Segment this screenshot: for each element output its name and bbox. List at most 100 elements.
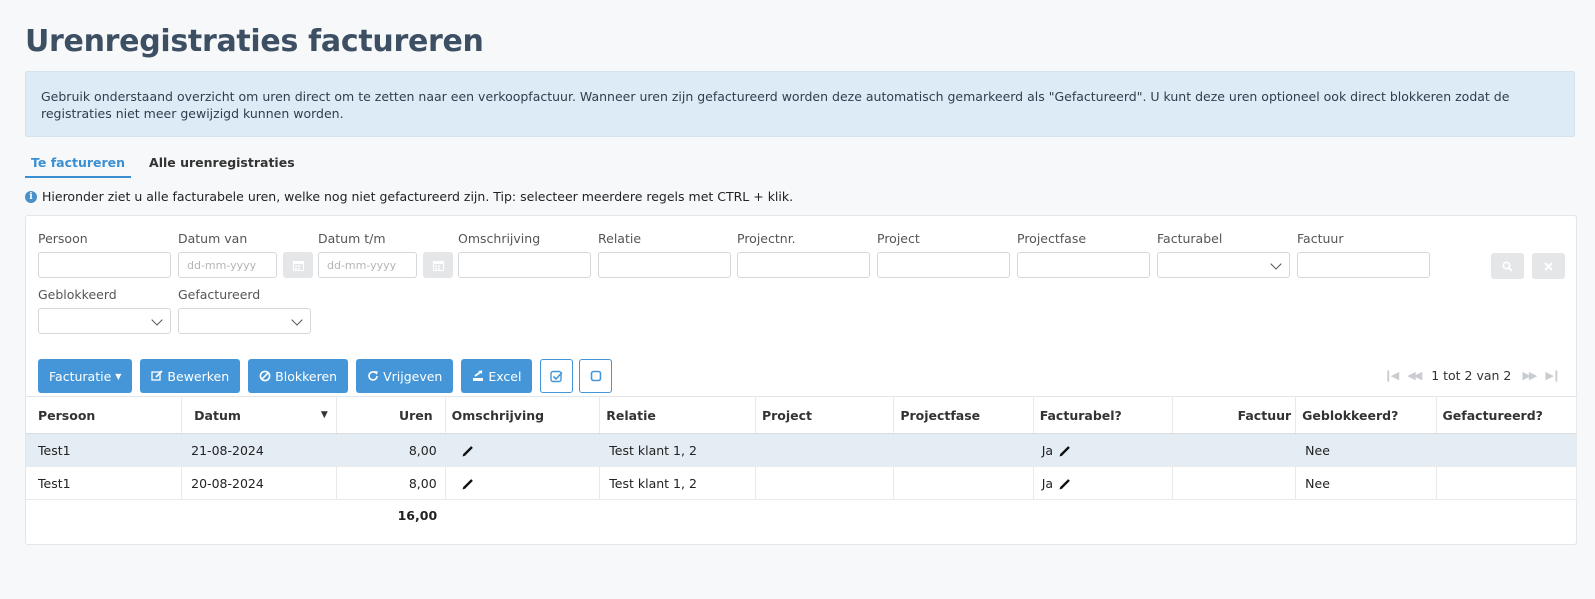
bewerken-label: Bewerken: [167, 368, 230, 384]
info-box: Gebruik onderstaand overzicht om uren di…: [25, 71, 1575, 137]
pencil-icon[interactable]: [1059, 478, 1071, 490]
filter-datum-tm-label: Datum t/m: [318, 231, 386, 246]
col-datum-label: Datum: [194, 407, 241, 423]
col-persoon[interactable]: Persoon: [26, 396, 183, 434]
cell-facturabel: Ja: [1033, 433, 1174, 467]
tabs: Te factureren Alle urenregistraties: [25, 150, 313, 178]
filter-projectfase: Projectfase: [1017, 231, 1150, 278]
col-project[interactable]: Project: [755, 396, 895, 434]
pencil-icon[interactable]: [462, 478, 474, 490]
project-input[interactable]: [877, 252, 1010, 278]
deselect-all-button[interactable]: [579, 359, 613, 393]
col-facturabel[interactable]: Facturabel?: [1033, 396, 1174, 434]
table-header-row: Persoon Datum ▼ Uren Omschrijving Relatie…: [26, 396, 1578, 434]
factuur-input[interactable]: [1297, 252, 1430, 278]
datum-van-input[interactable]: dd-mm-yyyy: [178, 252, 277, 278]
cell-persoon: Test1: [26, 466, 183, 500]
table-row[interactable]: Test1 21-08-2024 8,00 Test klant 1, 2 Ja…: [26, 433, 1578, 467]
filter-datum-van: Datum van dd-mm-yyyy: [178, 231, 313, 278]
next-page-icon[interactable]: ▶▶: [1522, 369, 1537, 382]
col-factuur[interactable]: Factuur: [1172, 396, 1297, 434]
col-datum[interactable]: Datum ▼: [181, 396, 337, 434]
vrijgeven-button[interactable]: Vrijgeven: [356, 359, 454, 393]
filter-projectnr-label: Projectnr.: [737, 231, 796, 246]
pager: ❙◀ ◀◀ 1 tot 2 van 2 ▶▶ ▶❙: [1379, 368, 1564, 383]
facturabel-select[interactable]: [1157, 252, 1290, 278]
cell-geblokkeerd: Nee: [1295, 466, 1437, 500]
omschrijving-input[interactable]: [458, 252, 591, 278]
filter-persoon-label: Persoon: [38, 231, 88, 246]
bewerken-button[interactable]: Bewerken: [140, 359, 241, 393]
gefactureerd-select[interactable]: [178, 308, 311, 334]
blokkeren-button[interactable]: Blokkeren: [248, 359, 349, 393]
cell-uren: 8,00: [336, 466, 446, 500]
cell-persoon: Test1: [26, 433, 183, 467]
search-icon: [1502, 260, 1513, 272]
cell-project: [755, 466, 895, 500]
facturatie-button[interactable]: Facturatie ▼: [38, 359, 133, 393]
chevron-down-icon: [291, 314, 303, 326]
filter-gefactureerd-label: Gefactureerd: [178, 287, 261, 302]
select-all-button[interactable]: [540, 359, 574, 393]
cell-factuur: [1172, 433, 1297, 467]
cell-facturabel: Ja: [1033, 466, 1174, 500]
projectfase-input[interactable]: [1017, 252, 1150, 278]
col-relatie[interactable]: Relatie: [599, 396, 756, 434]
excel-label: Excel: [488, 368, 522, 384]
cell-projectfase: [893, 433, 1034, 467]
filter-geblokkeerd-label: Geblokkeerd: [38, 287, 117, 302]
datum-van-calendar-button[interactable]: [283, 252, 313, 278]
cell-datum: 20-08-2024: [181, 466, 337, 500]
square-icon: [590, 370, 602, 382]
col-gefactureerd[interactable]: Gefactureerd?: [1436, 396, 1578, 434]
cell-projectfase: [893, 466, 1034, 500]
pencil-icon[interactable]: [462, 445, 474, 457]
geblokkeerd-select[interactable]: [38, 308, 171, 334]
datum-tm-calendar-button[interactable]: [423, 252, 453, 278]
search-button[interactable]: [1491, 253, 1524, 279]
col-omschrijving[interactable]: Omschrijving: [445, 396, 601, 434]
col-uren[interactable]: Uren: [336, 396, 446, 434]
facturatie-label: Facturatie: [49, 368, 112, 384]
facturabel-value: Ja: [1041, 442, 1054, 458]
first-page-icon[interactable]: ❙◀: [1384, 369, 1400, 382]
check-square-icon: [550, 370, 564, 382]
tab-alle-urenregistraties[interactable]: Alle urenregistraties: [143, 150, 301, 178]
relatie-input[interactable]: [598, 252, 731, 278]
prev-page-icon[interactable]: ◀◀: [1407, 369, 1422, 382]
filter-omschrijving: Omschrijving: [458, 231, 591, 278]
clear-filters-button[interactable]: [1532, 253, 1565, 279]
cell-datum: 21-08-2024: [181, 433, 337, 467]
excel-button[interactable]: Excel: [461, 359, 533, 393]
table-row[interactable]: Test1 20-08-2024 8,00 Test klant 1, 2 Ja…: [26, 466, 1578, 500]
filter-project: Project: [877, 231, 1010, 278]
refresh-icon: [368, 371, 379, 381]
filter-projectnr: Projectnr.: [737, 231, 870, 278]
cell-geblokkeerd: Nee: [1295, 433, 1437, 467]
page: Urenregistraties factureren Gebruik onde…: [0, 0, 1595, 599]
chevron-down-icon: [1270, 258, 1282, 270]
export-icon: [473, 370, 484, 381]
close-icon: [1544, 261, 1553, 271]
filter-datum-van-label: Datum van: [178, 231, 248, 246]
chevron-down-icon: [151, 314, 163, 326]
last-page-icon[interactable]: ▶❙: [1545, 369, 1561, 382]
col-projectfase[interactable]: Projectfase: [893, 396, 1034, 434]
col-geblokkeerd[interactable]: Geblokkeerd?: [1295, 396, 1437, 434]
filter-facturabel: Facturabel: [1157, 231, 1290, 278]
cell-omschrijving: [445, 466, 601, 500]
datum-tm-input[interactable]: dd-mm-yyyy: [318, 252, 417, 278]
filter-relatie-label: Relatie: [598, 231, 642, 246]
cell-gefactureerd: [1436, 466, 1578, 500]
cell-uren: 8,00: [336, 433, 446, 467]
pencil-icon[interactable]: [1059, 445, 1071, 457]
cell-project: [755, 433, 895, 467]
calendar-icon: [432, 260, 444, 271]
projectnr-input[interactable]: [737, 252, 870, 278]
filter-projectfase-label: Projectfase: [1017, 231, 1087, 246]
calendar-icon: [292, 260, 304, 271]
tab-te-factureren[interactable]: Te factureren: [25, 150, 132, 178]
blokkeren-label: Blokkeren: [275, 368, 338, 384]
persoon-input[interactable]: [38, 252, 171, 278]
filter-factuur: Factuur: [1297, 231, 1430, 278]
